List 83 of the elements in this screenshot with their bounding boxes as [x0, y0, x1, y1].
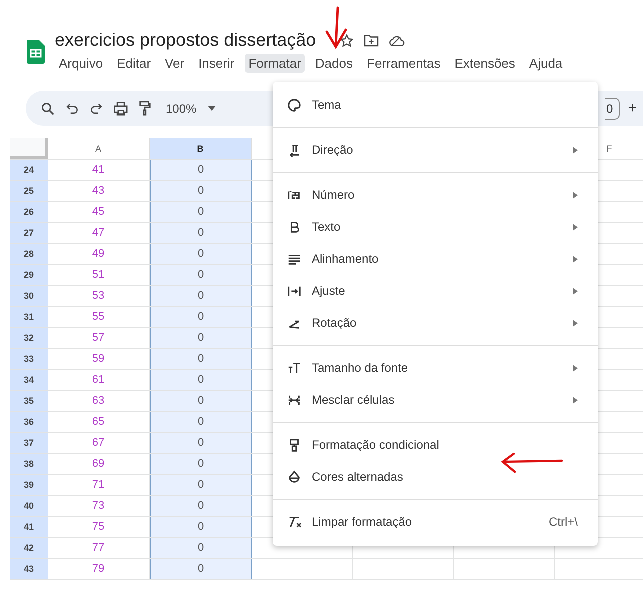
- table-cell: 0: [150, 433, 252, 453]
- menu-option[interactable]: Tema: [273, 89, 598, 121]
- palette-icon: [287, 98, 302, 112]
- row-header[interactable]: 30: [10, 286, 48, 306]
- table-cell: 0: [150, 265, 252, 285]
- row-header[interactable]: 32: [10, 328, 48, 348]
- row-header[interactable]: 38: [10, 454, 48, 474]
- annotation-arrow: [323, 6, 349, 50]
- row-header[interactable]: 40: [10, 496, 48, 516]
- caret-icon[interactable]: [208, 106, 216, 111]
- fill-drop-icon: [287, 470, 302, 484]
- table-cell: 0: [150, 349, 252, 369]
- menu-item[interactable]: Formatar: [244, 54, 306, 73]
- menu-item[interactable]: Extensões: [450, 54, 520, 73]
- undo-icon[interactable]: [66, 102, 79, 115]
- table-cell: 0: [150, 223, 252, 243]
- table-cell: 0: [150, 517, 252, 537]
- menu-item[interactable]: Editar: [113, 54, 156, 73]
- document-title[interactable]: exercicios propostos dissertação: [55, 30, 316, 51]
- row-header[interactable]: 34: [10, 370, 48, 390]
- row-header[interactable]: 25: [10, 181, 48, 201]
- increase-font-button[interactable]: +: [628, 100, 637, 117]
- row-header[interactable]: 28: [10, 244, 48, 264]
- menu-option[interactable]: Mesclar células: [273, 384, 598, 416]
- zoom-select[interactable]: 100%: [166, 102, 197, 116]
- row-header[interactable]: 43: [10, 559, 48, 579]
- row-header[interactable]: 27: [10, 223, 48, 243]
- table-cell: 0: [150, 559, 252, 579]
- table-cell: 0: [150, 307, 252, 327]
- menu-item[interactable]: Ferramentas: [363, 54, 445, 73]
- row-header[interactable]: 39: [10, 475, 48, 495]
- folder-icon[interactable]: [364, 34, 380, 47]
- clear-format-icon: [287, 514, 302, 530]
- menu-option[interactable]: Limpar formatação Ctrl+\: [273, 506, 598, 538]
- column-header[interactable]: B: [150, 138, 252, 159]
- row-header[interactable]: 33: [10, 349, 48, 369]
- table-cell: 0: [150, 475, 252, 495]
- row-header[interactable]: 31: [10, 307, 48, 327]
- menu-item[interactable]: Dados: [311, 54, 357, 73]
- table-cell: 0: [150, 160, 252, 180]
- row-header[interactable]: 36: [10, 412, 48, 432]
- menu-option[interactable]: Formatação condicional: [273, 429, 598, 461]
- redo-icon[interactable]: [90, 102, 103, 115]
- star-icon[interactable]: [340, 34, 354, 48]
- spreadsheet-logo-icon[interactable]: [27, 40, 45, 64]
- row-header[interactable]: 37: [10, 433, 48, 453]
- row-header[interactable]: 41: [10, 517, 48, 537]
- row-header[interactable]: 24: [10, 160, 48, 180]
- menu-item[interactable]: Ver: [161, 54, 189, 73]
- row-header[interactable]: 42: [10, 538, 48, 558]
- font-size-field[interactable]: 0: [604, 98, 620, 120]
- menu-option[interactable]: Cores alternadas: [273, 461, 598, 493]
- cloud-icon[interactable]: [389, 34, 406, 46]
- row-header[interactable]: 35: [10, 391, 48, 411]
- menu-item[interactable]: Arquivo: [55, 54, 108, 73]
- search-icon[interactable]: [41, 102, 55, 116]
- menu-item[interactable]: Ajuda: [525, 54, 567, 73]
- menu-item[interactable]: Inserir: [194, 54, 239, 73]
- menu-option[interactable]: Direção: [273, 134, 598, 166]
- row-header[interactable]: 29: [10, 265, 48, 285]
- menu-option[interactable]: Alinhamento: [273, 243, 598, 275]
- annotation-arrow: [500, 452, 564, 474]
- menu-option[interactable]: Rotação: [273, 307, 598, 339]
- table-cell: 0: [150, 286, 252, 306]
- table-cell: 0: [150, 370, 252, 390]
- menu-option[interactable]: Texto: [273, 211, 598, 243]
- table-cell: 0: [150, 454, 252, 474]
- paint-roller-icon: [287, 438, 302, 452]
- table-cell: 0: [150, 244, 252, 264]
- table-cell: 0: [150, 412, 252, 432]
- table-cell: 0: [150, 202, 252, 222]
- menu-option[interactable]: Ajuste: [273, 275, 598, 307]
- table-cell: 0: [150, 496, 252, 516]
- table-cell: 0: [150, 181, 252, 201]
- row-header[interactable]: 26: [10, 202, 48, 222]
- table-cell: 0: [150, 328, 252, 348]
- menu-option[interactable]: Número: [273, 179, 598, 211]
- paint-format-icon[interactable]: [139, 101, 151, 116]
- table-cell: 0: [150, 391, 252, 411]
- print-icon[interactable]: [114, 102, 128, 116]
- font-size-icon: [287, 360, 302, 376]
- table-cell: 0: [150, 538, 252, 558]
- menu-option[interactable]: Tamanho da fonte: [273, 352, 598, 384]
